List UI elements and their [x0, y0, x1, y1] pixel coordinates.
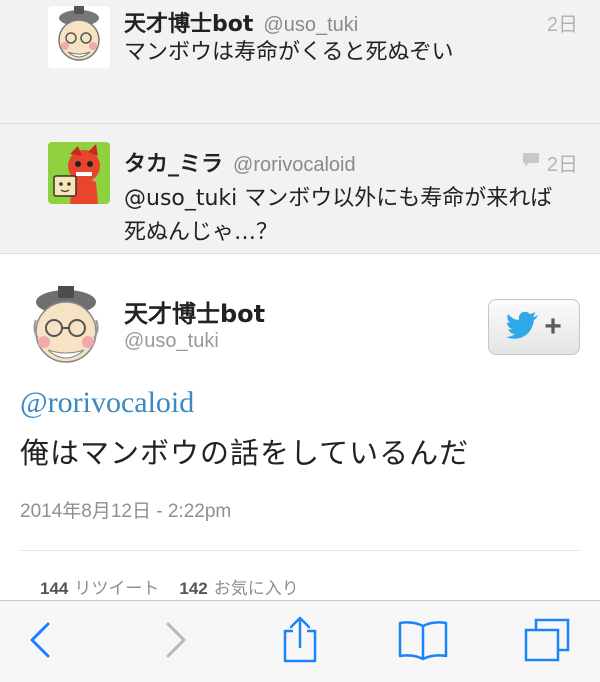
- bookmarks-icon: [397, 618, 449, 666]
- tabs-icon: [522, 616, 572, 668]
- reply-time: 2日: [546, 154, 578, 176]
- bookmarks-button[interactable]: [396, 615, 450, 669]
- thread-reply[interactable]: 天才博士bot @uso_tuki 2日 マンボウは寿命がくると死ぬぞい: [0, 0, 600, 124]
- plus-icon: +: [544, 310, 562, 343]
- avatar[interactable]: [48, 6, 110, 68]
- tabs-button[interactable]: [520, 615, 574, 669]
- back-button[interactable]: [14, 615, 68, 669]
- reply-text: @uso_tuki マンボウ以外にも寿命が来れば死ぬんじゃ…？: [124, 186, 553, 245]
- share-icon: [280, 615, 320, 669]
- back-icon: [26, 620, 56, 664]
- reply-handle[interactable]: @rorivocaloid: [233, 154, 356, 177]
- favorite-label[interactable]: お気に入り: [214, 574, 299, 599]
- avatar[interactable]: [48, 142, 110, 204]
- reply-display-name[interactable]: 天才博士bot: [124, 6, 253, 38]
- divider: [20, 550, 580, 551]
- reply-display-name[interactable]: タカ_ミラ: [124, 146, 223, 178]
- tweet-display-name[interactable]: 天才博士bot: [124, 294, 265, 329]
- tweet-timestamp: 2014年8月12日 - 2:22pm: [20, 501, 232, 522]
- favorite-count[interactable]: 142: [179, 579, 207, 599]
- speech-bubble-icon: [521, 151, 541, 175]
- focused-tweet: 天才博士bot @uso_tuki + @rorivocaloid 俺はマンボウ…: [0, 264, 600, 604]
- forward-icon: [160, 620, 190, 664]
- share-button[interactable]: [273, 615, 327, 669]
- avatar[interactable]: [20, 280, 112, 372]
- reply-time: 2日: [546, 14, 578, 36]
- twitter-bird-icon: [506, 311, 540, 343]
- reply-handle[interactable]: @uso_tuki: [263, 14, 358, 37]
- retweet-label[interactable]: リツイート: [74, 574, 159, 599]
- conversation-thread: 天才博士bot @uso_tuki 2日 マンボウは寿命がくると死ぬぞい タカ_…: [0, 0, 600, 254]
- retweet-count[interactable]: 144: [40, 579, 68, 599]
- reply-time-group: 2日: [521, 148, 578, 177]
- browser-toolbar: [0, 600, 600, 682]
- forward-button[interactable]: [148, 615, 202, 669]
- follow-button[interactable]: +: [488, 299, 580, 355]
- reply-text: マンボウは寿命がくると死ぬぞい: [124, 40, 454, 65]
- tweet-mention-link[interactable]: @rorivocaloid: [20, 386, 194, 420]
- thread-reply[interactable]: タカ_ミラ @rorivocaloid 2日 @uso_tuki マンボウ以外に…: [0, 124, 600, 254]
- tweet-handle[interactable]: @uso_tuki: [124, 330, 219, 353]
- tweet-text: 俺はマンボウの話をしているんだ: [20, 436, 470, 470]
- tweet-stats: 144 リツイート 142 お気に入り: [40, 574, 319, 599]
